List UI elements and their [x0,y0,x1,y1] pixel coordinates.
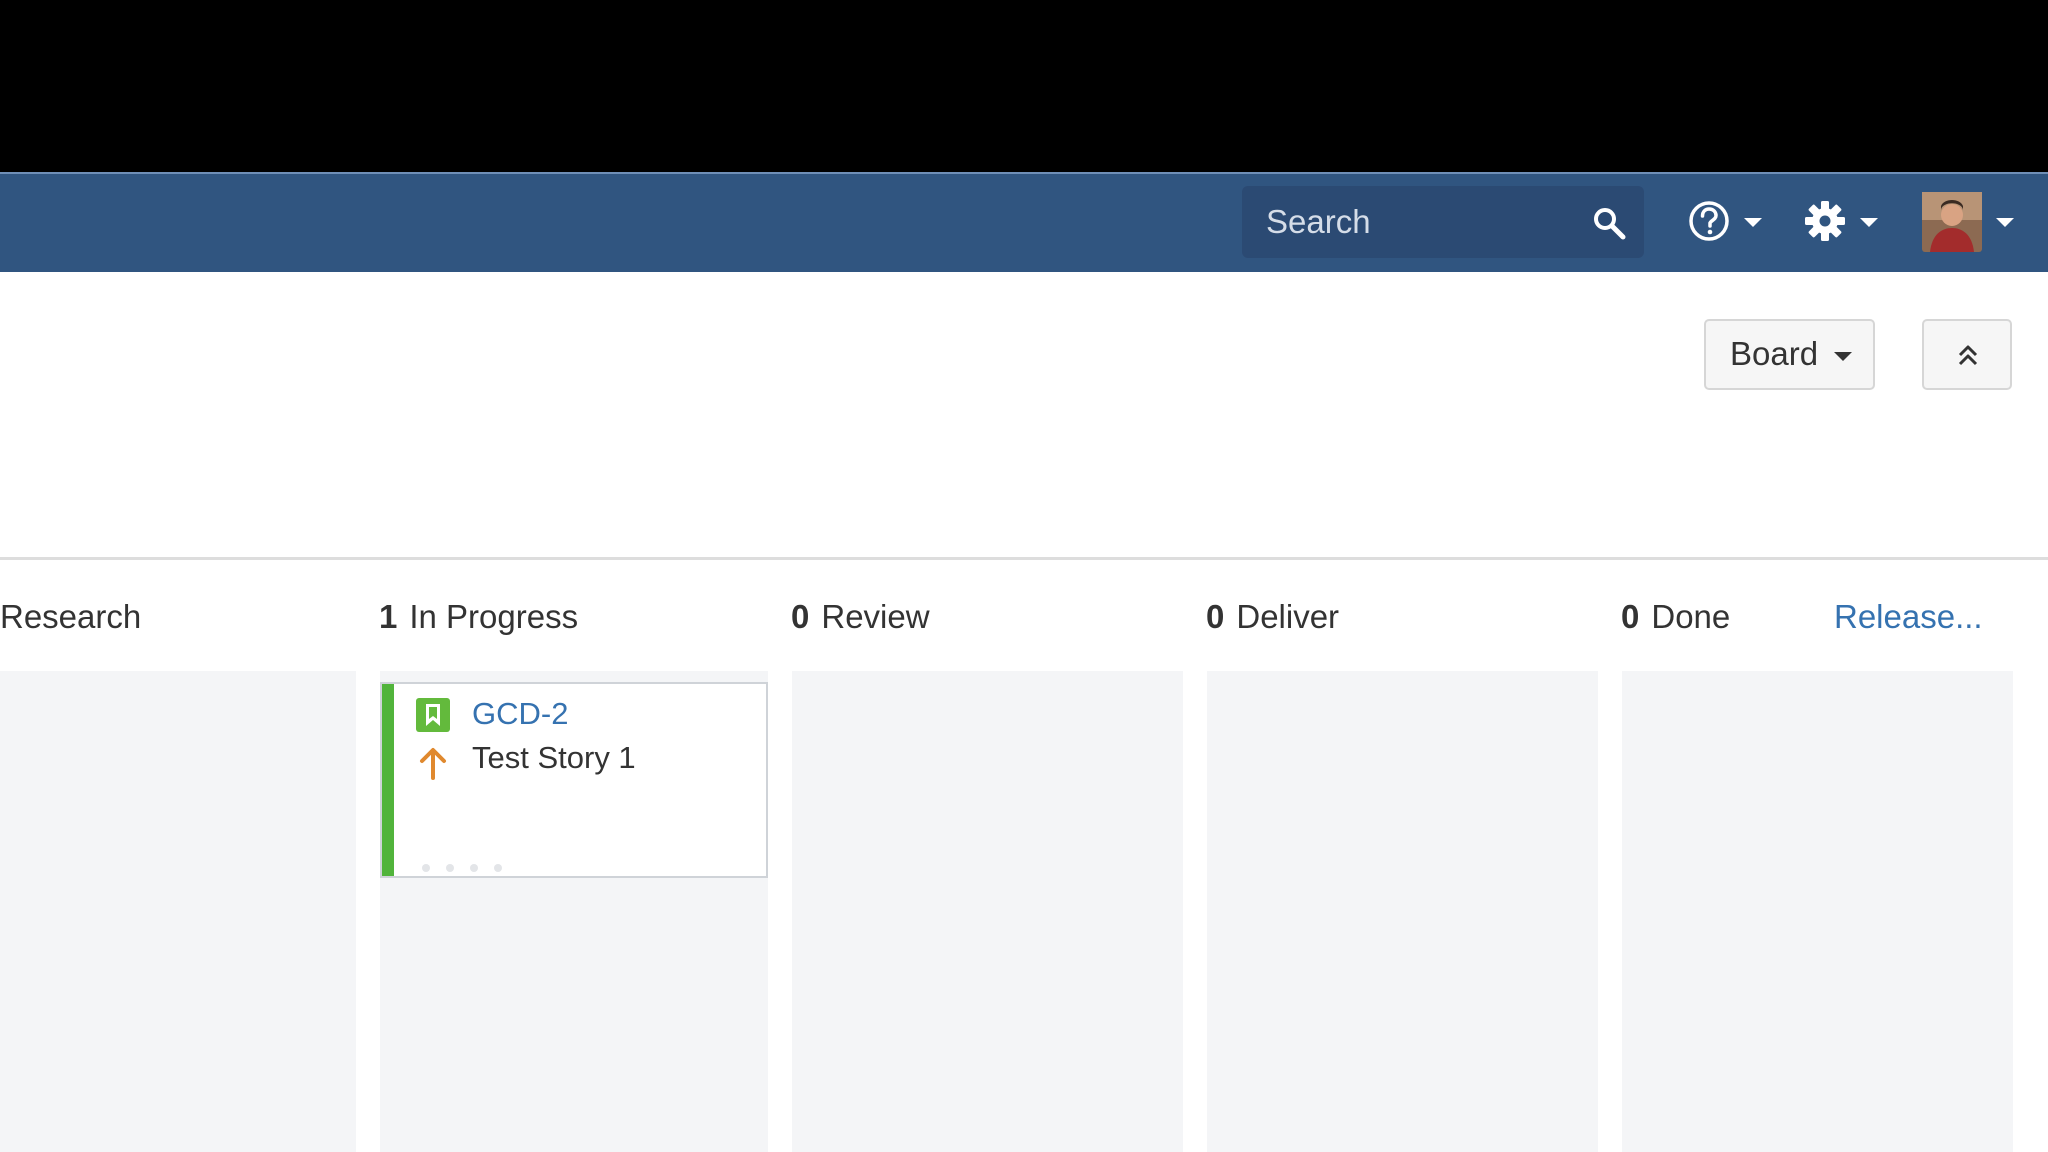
search-icon[interactable] [1592,206,1626,240]
column-count: 0 [1206,598,1225,635]
priority-up-arrow-icon [420,748,446,780]
issue-summary: Test Story 1 [472,740,636,775]
collapse-header-button[interactable] [1922,319,2012,390]
column-count: 0 [1621,598,1640,635]
avatar [1922,192,1982,252]
top-navbar [0,172,2048,272]
column-header-research: Research [0,598,141,642]
board-button-label: Board [1730,335,1819,372]
column-count: 0 [791,598,810,635]
column-research [0,671,356,1152]
release-link[interactable]: Release... [1834,598,1983,636]
story-icon [416,698,450,732]
column-header-review: 0 Review [791,598,930,642]
help-menu-button[interactable] [1688,196,1766,248]
chevron-down-icon [1860,218,1878,227]
column-name: Deliver [1236,598,1340,635]
chevron-down-icon [1834,352,1852,361]
search-box[interactable] [1242,186,1644,258]
column-review [792,671,1183,1152]
column-done [1622,671,2013,1152]
search-input[interactable] [1266,186,1576,258]
help-icon [1689,201,1729,241]
issue-card[interactable]: GCD-2 Test Story 1 [380,682,768,878]
column-header-deliver: 0 Deliver [1206,598,1339,642]
column-count: 1 [379,598,398,635]
column-name: Review [821,598,930,635]
card-days-dots [422,864,502,874]
column-header-done: 0 Done [1621,598,1730,642]
card-status-bar [382,684,394,876]
gear-icon [1805,201,1845,241]
column-name: Done [1651,598,1731,635]
column-name: In Progress [409,598,579,635]
column-name: Research [0,598,142,635]
profile-menu-button[interactable] [1922,192,2016,254]
settings-menu-button[interactable] [1804,196,1882,248]
issue-key-link[interactable]: GCD-2 [472,696,568,732]
board-dropdown-button[interactable]: Board [1704,319,1875,390]
double-chevron-up-icon [1958,345,1978,366]
column-header-in-progress: 1 In Progress [379,598,578,642]
top-black-bar [0,0,2048,172]
chevron-down-icon [1744,218,1762,227]
chevron-down-icon [1996,218,2014,227]
column-deliver [1207,671,1598,1152]
header-divider [0,557,2048,560]
